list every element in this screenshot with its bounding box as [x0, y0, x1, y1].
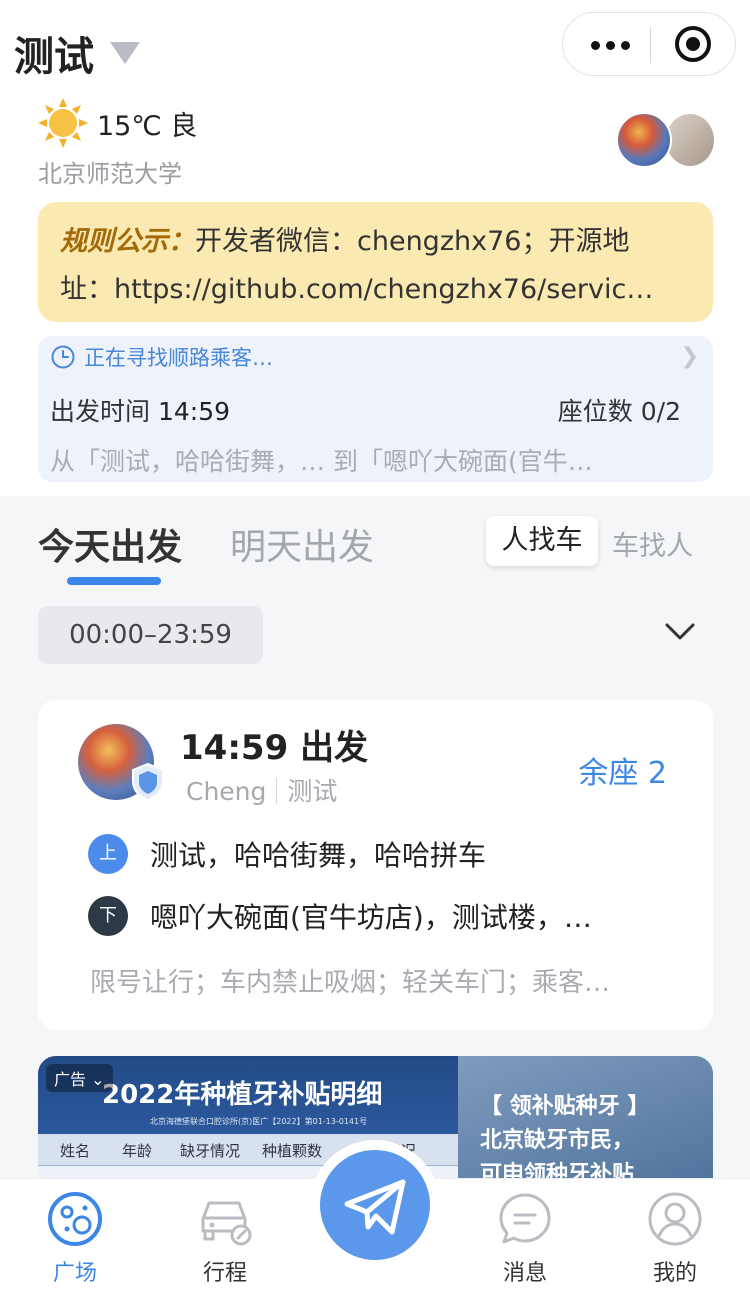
tab-label: 行程 — [202, 1261, 247, 1286]
time-range-filter[interactable]: 00:00–23:59 — [38, 606, 263, 664]
pickup-location: 测试，哈哈街舞，哈哈拼车 — [150, 839, 487, 872]
trip-time-value: 14:59 — [157, 397, 231, 426]
car-icon — [201, 1201, 252, 1246]
ad-badge[interactable]: 广告 ⌄ — [46, 1064, 113, 1092]
tab-label: 广场 — [52, 1261, 97, 1286]
publish-button[interactable] — [320, 1150, 430, 1260]
divider — [276, 778, 278, 804]
ad-col: 年龄 — [122, 1142, 153, 1160]
dropdown-triangle-icon[interactable] — [110, 42, 140, 64]
ride-departure: 14:59 出发 — [180, 728, 369, 768]
trip-time-label: 出发时间 — [50, 397, 151, 426]
tab-plaza[interactable]: 广场 — [20, 1179, 130, 1294]
planet-icon — [48, 1192, 102, 1246]
tab-me[interactable]: 我的 — [620, 1179, 730, 1294]
ad-headline: 【 领补贴种牙 】 — [480, 1094, 650, 1119]
close-miniapp-icon[interactable] — [675, 26, 711, 62]
ad-subtitle: 北京海德堡联合口腔诊所(京)医广【2022】第01-13-0141号 — [150, 1117, 368, 1126]
clock-icon — [51, 345, 75, 369]
more-icon[interactable] — [589, 31, 633, 57]
capsule-divider — [650, 27, 651, 63]
avatar[interactable] — [616, 112, 672, 168]
trip-departure-time: 出发时间 14:59 — [50, 392, 230, 428]
dropoff-badge: 下 — [88, 896, 128, 936]
driver-name: Cheng — [186, 777, 267, 806]
location-text: 北京师范大学 — [38, 160, 182, 188]
rule-notice[interactable]: 规则公示：开发者微信：chengzhx76；开源地 址：https://gith… — [38, 202, 713, 322]
tab-active-indicator — [67, 577, 161, 585]
ride-notes: 限号让行；车内禁止吸烟；轻关车门；乘客… — [90, 968, 611, 998]
tab-today[interactable]: 今天出发 — [38, 518, 182, 570]
verified-shield-icon — [132, 762, 164, 802]
ad-col: 姓名 — [60, 1142, 91, 1160]
weather-text: 15℃ 良 — [97, 111, 198, 142]
tab-tomorrow[interactable]: 明天出发 — [230, 518, 374, 570]
trip-seats-value: 0/2 — [640, 397, 681, 426]
notice-text-line1: 开发者微信：chengzhx76；开源地 — [195, 226, 630, 257]
page-title[interactable]: 测试 — [14, 24, 94, 82]
trip-status-text: 正在寻找顺路乘客… — [84, 346, 273, 370]
trip-seats: 座位数 0/2 — [558, 392, 681, 428]
ad-col: 缺牙情况 — [180, 1142, 241, 1160]
chevron-right-icon: ❯ — [680, 344, 699, 369]
user-icon — [648, 1192, 702, 1246]
tab-message[interactable]: 消息 — [470, 1179, 580, 1294]
notice-label: 规则公示： — [60, 226, 195, 257]
seats-left: 余座 2 — [578, 756, 667, 791]
ad-col: 种植颗数 — [262, 1142, 323, 1160]
my-trip-card[interactable]: 正在寻找顺路乘客… ❯ 出发时间 14:59 座位数 0/2 从「测试，哈哈街舞… — [38, 336, 713, 482]
sun-icon — [38, 98, 88, 148]
tab-label: 我的 — [652, 1261, 697, 1286]
driver-tag: 测试 — [287, 777, 338, 806]
chevron-down-icon[interactable] — [664, 622, 696, 642]
paper-plane-icon — [344, 1179, 406, 1235]
miniapp-capsule — [562, 12, 736, 76]
trip-route: 从「测试，哈哈街舞，… 到「嗯吖大碗面(官牛… — [50, 447, 593, 476]
ad-title: 2022年种植牙补贴明细 — [102, 1080, 383, 1110]
trip-seats-label: 座位数 — [557, 397, 633, 426]
ride-card[interactable]: 14:59 出发 Cheng 测试 余座 2 上 测试，哈哈街舞，哈哈拼车 下 嗯… — [38, 700, 713, 1030]
driver-info: Cheng 测试 — [186, 772, 337, 808]
pickup-badge: 上 — [88, 834, 128, 874]
mode-car-finds-passenger[interactable]: 车找人 — [612, 524, 693, 563]
ad-headline: 北京缺牙市民， — [480, 1128, 635, 1153]
notice-text-line2: 址：https://github.com/chengzhx76/servic… — [60, 274, 654, 305]
tab-trip[interactable]: 行程 — [170, 1179, 280, 1294]
mode-passenger-finds-car[interactable]: 人找车 — [486, 516, 598, 566]
tab-label: 消息 — [502, 1261, 547, 1286]
top-section: 测试 15℃ 良 北京师范大学 规则公示：开发者微信：chengzhx76；开源… — [0, 0, 750, 496]
chat-bubble-icon — [499, 1193, 551, 1244]
dropoff-location: 嗯吖大碗面(官牛坊店)，测试楼，… — [150, 901, 592, 934]
